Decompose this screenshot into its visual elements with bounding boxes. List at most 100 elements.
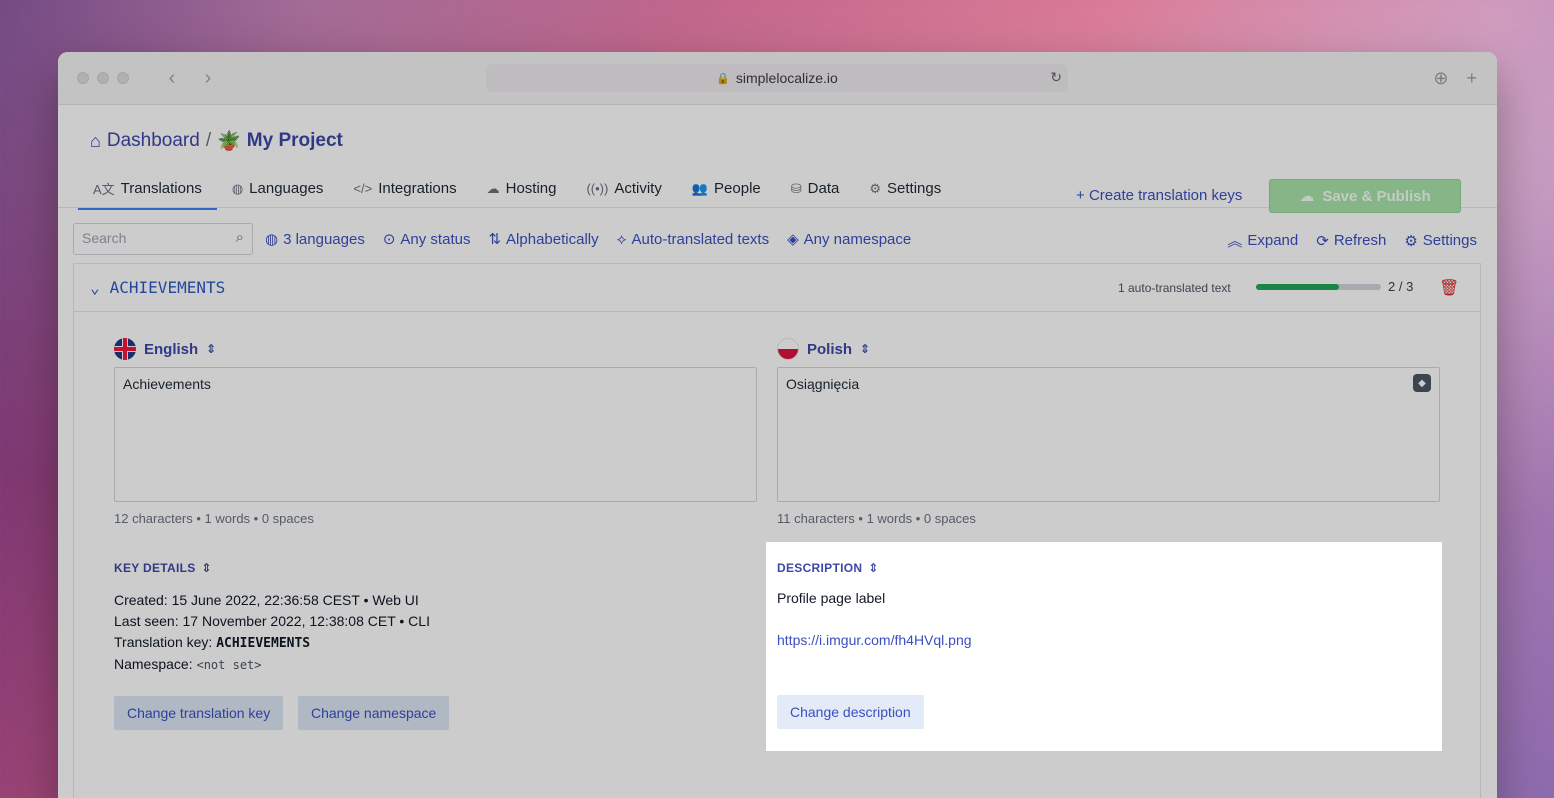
polish-label: Polish	[807, 340, 853, 358]
back-arrow-icon[interactable]: ‹	[165, 68, 179, 88]
sort-filter-label: Alphabetically	[506, 230, 599, 248]
cloud-upload-icon: ☁	[1299, 188, 1315, 205]
expand-button[interactable]: ︽ Expand	[1227, 230, 1298, 251]
database-icon: ⛁	[790, 180, 802, 196]
browser-titlebar: ‹ › 🔒 simplelocalize.io ↻ ⊕ +	[58, 52, 1497, 105]
view-settings-label: Settings	[1422, 232, 1477, 249]
tab-hosting[interactable]: ☁ Hosting	[472, 169, 572, 208]
address-bar[interactable]: 🔒 simplelocalize.io ↻	[486, 64, 1068, 92]
change-translation-key-button[interactable]: Change translation key	[114, 696, 284, 730]
tab-label: Languages	[249, 180, 324, 197]
namespace-row: Namespace: <not set>	[114, 654, 430, 676]
refresh-icon: ⟳	[1316, 232, 1329, 250]
breadcrumb-project[interactable]: My Project	[247, 130, 343, 152]
tab-integrations[interactable]: </> Integrations	[338, 169, 471, 208]
breadcrumb: ⌂ Dashboard / 🪴 My Project	[90, 129, 343, 153]
save-publish-button[interactable]: ☁ Save & Publish	[1269, 179, 1461, 213]
description-label: DESCRIPTION	[777, 561, 863, 575]
translation-key-value: ACHIEVEMENTS	[216, 636, 311, 651]
toolbar-right: ⊕ +	[1433, 68, 1477, 89]
tab-activity[interactable]: ((•)) Activity	[571, 169, 676, 208]
polish-stats: 11 characters • 1 words • 0 spaces	[777, 511, 976, 526]
english-translation-input[interactable]: Achievements	[114, 367, 757, 502]
english-translation-value: Achievements	[123, 376, 211, 392]
url-text: simplelocalize.io	[735, 70, 838, 86]
shapes-icon: ⟡	[616, 230, 627, 248]
polish-translation-input[interactable]: Osiągnięcia ◆	[777, 367, 1440, 502]
new-tab-icon[interactable]: +	[1466, 68, 1477, 89]
polish-language-selector[interactable]: Polish ⇕	[777, 338, 870, 360]
tab-label: People	[714, 180, 761, 197]
chevron-up-down-icon: ⇕	[868, 561, 879, 575]
window-controls	[77, 72, 129, 84]
translate-icon: A文	[93, 182, 115, 197]
key-details-toggle[interactable]: KEY DETAILS ⇕	[114, 561, 212, 575]
key-card-header: ⌄ ACHIEVEMENTS 1 auto-translated text 2 …	[74, 264, 1480, 312]
search-icon: ⌕	[235, 229, 244, 246]
home-icon: ⌂	[90, 130, 101, 151]
namespace-filter[interactable]: ◈ Any namespace	[787, 230, 911, 249]
globe-icon: ◍	[231, 180, 244, 196]
status-filter[interactable]: ⊙ Any status	[383, 230, 471, 249]
english-label: English	[144, 340, 199, 358]
zoom-window-button[interactable]	[117, 72, 129, 84]
created-row: Created: 15 June 2022, 22:36:58 CEST • W…	[114, 590, 430, 611]
minimize-window-button[interactable]	[97, 72, 109, 84]
deepl-icon[interactable]: ◆	[1413, 374, 1431, 392]
search-input[interactable]: Search ⌕	[73, 223, 253, 255]
breadcrumb-dashboard[interactable]: Dashboard	[107, 130, 200, 152]
project-tabs: A文 Translations ◍ Languages </> Integrat…	[78, 169, 956, 210]
download-icon[interactable]: ⊕	[1433, 68, 1448, 89]
view-actions: ︽ Expand ⟳ Refresh ⚙ Settings	[1227, 230, 1477, 251]
sort-filter[interactable]: ⇅ Alphabetically	[488, 230, 599, 249]
auto-translated-filter-label: Auto-translated texts	[631, 230, 770, 248]
refresh-button[interactable]: ⟳ Refresh	[1316, 230, 1386, 251]
languages-filter[interactable]: ◍ 3 languages	[265, 230, 365, 249]
english-language-selector[interactable]: English ⇕	[114, 338, 216, 360]
close-window-button[interactable]	[77, 72, 89, 84]
tab-translations[interactable]: A文 Translations	[78, 169, 217, 210]
chevrons-up-icon: ︽	[1227, 233, 1243, 250]
forward-arrow-icon[interactable]: ›	[201, 68, 215, 88]
auto-translated-filter[interactable]: ⟡ Auto-translated texts	[617, 230, 770, 248]
status-filter-label: Any status	[400, 230, 471, 248]
reload-icon[interactable]: ↻	[1050, 69, 1062, 86]
description-panel: DESCRIPTION ⇕ Profile page label https:/…	[766, 542, 1442, 751]
plus-icon: +	[1076, 187, 1089, 204]
chevron-up-down-icon: ⇕	[860, 342, 871, 356]
trash-icon[interactable]: 🗑	[1439, 278, 1459, 298]
view-settings-button[interactable]: ⚙ Settings	[1404, 230, 1477, 251]
description-link[interactable]: https://i.imgur.com/fh4HVql.png	[777, 632, 972, 648]
globe-icon: ◍	[265, 231, 279, 248]
key-details-label: KEY DETAILS	[114, 561, 196, 575]
filter-bar: Search ⌕ ◍ 3 languages ⊙ Any status ⇅ Alpha…	[73, 223, 1481, 255]
layers-icon: ◈	[787, 231, 799, 248]
last-seen-row: Last seen: 17 November 2022, 12:38:08 CE…	[114, 611, 430, 632]
key-title[interactable]: ⌄ ACHIEVEMENTS	[90, 278, 225, 297]
tab-label: Settings	[887, 180, 942, 197]
project-emoji-icon: 🪴	[217, 131, 241, 152]
create-translation-keys-link[interactable]: + Create translation keys	[1076, 187, 1242, 204]
expand-label: Expand	[1247, 232, 1299, 249]
change-namespace-button[interactable]: Change namespace	[298, 696, 450, 730]
browser-window: ‹ › 🔒 simplelocalize.io ↻ ⊕ + ⌂ Dashboar…	[58, 52, 1497, 798]
english-stats: 12 characters • 1 words • 0 spaces	[114, 511, 314, 526]
gear-icon: ⚙	[869, 180, 882, 196]
breadcrumb-separator: /	[205, 130, 212, 151]
tab-data[interactable]: ⛁ Data	[776, 169, 855, 208]
lock-icon: 🔒	[716, 72, 730, 85]
created-label: Created:	[114, 592, 168, 608]
sort-icon: ⇅	[488, 231, 502, 248]
key-name: ACHIEVEMENTS	[109, 278, 226, 297]
change-description-button[interactable]: Change description	[777, 695, 924, 729]
tab-people[interactable]: 👥 People	[677, 169, 776, 208]
polish-translation-value: Osiągnięcia	[786, 376, 860, 392]
chevron-down-icon[interactable]: ⌄	[90, 278, 100, 297]
tab-settings[interactable]: ⚙ Settings	[854, 169, 956, 208]
tab-label: Translations	[120, 180, 202, 197]
description-toggle[interactable]: DESCRIPTION ⇕	[777, 561, 879, 575]
translation-count: 2 / 3	[1388, 279, 1414, 294]
tab-languages[interactable]: ◍ Languages	[217, 169, 339, 208]
uk-flag-icon	[114, 338, 136, 360]
translation-key-row: Translation key: ACHIEVEMENTS	[114, 632, 430, 654]
